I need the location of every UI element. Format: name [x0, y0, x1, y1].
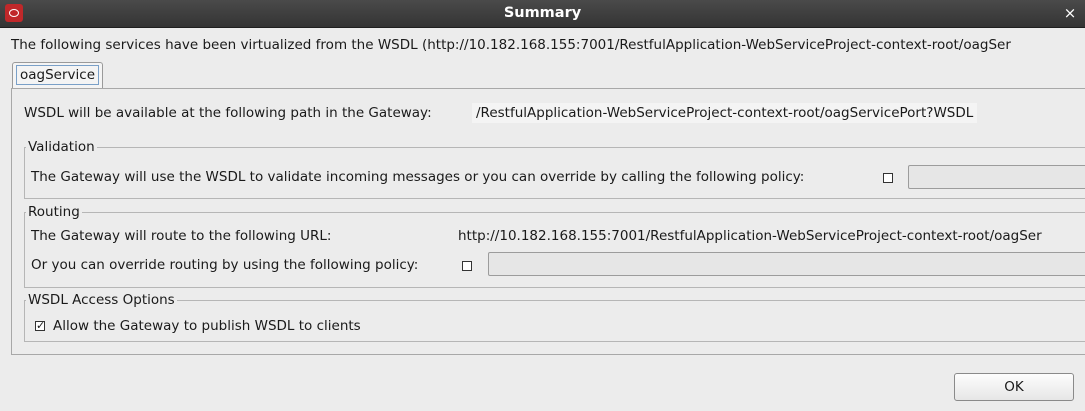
routing-override-label: Or you can override routing by using the…	[31, 257, 419, 273]
window-title: Summary	[503, 5, 582, 21]
wsdl-path-value: /RestfulApplication-WebServiceProject-co…	[472, 103, 978, 123]
wsdl-path-label: WSDL will be available at the following …	[24, 105, 432, 121]
routing-legend: Routing	[28, 204, 80, 220]
validation-policy-field[interactable]	[908, 165, 1085, 189]
publish-wsdl-label: Allow the Gateway to publish WSDL to cli…	[53, 318, 361, 334]
validation-text: The Gateway will use the WSDL to validat…	[31, 169, 805, 185]
routing-url-label: The Gateway will route to the following …	[31, 228, 332, 244]
wsdl-access-group: WSDL Access Options	[24, 292, 1085, 342]
intro-text: The following services have been virtual…	[11, 37, 1011, 53]
validation-legend: Validation	[28, 139, 95, 155]
routing-policy-checkbox[interactable]	[462, 261, 472, 271]
close-icon[interactable]: ×	[1061, 4, 1079, 22]
title-bar: Summary ×	[0, 0, 1085, 28]
routing-policy-field[interactable]	[488, 252, 1085, 276]
wsdl-access-legend: WSDL Access Options	[28, 292, 175, 308]
tab-label: oagService	[16, 65, 99, 85]
tab-oagservice[interactable]: oagService	[12, 62, 103, 88]
routing-url-value: http://10.182.168.155:7001/RestfulApplic…	[458, 228, 1042, 244]
publish-wsdl-checkbox[interactable]: ✓	[35, 320, 45, 331]
ok-button[interactable]: OK	[954, 373, 1074, 401]
validation-policy-checkbox[interactable]	[883, 173, 893, 183]
